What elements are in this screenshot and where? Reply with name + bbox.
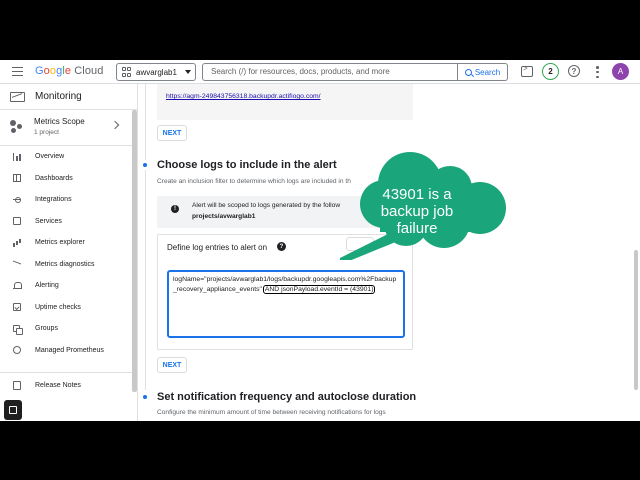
project-picker[interactable]: awvarglab1 [116,63,196,81]
caret-down-icon [185,70,191,74]
scope-info-text: Alert will be scoped to logs generated b… [192,202,341,209]
sidebar-item-managed-prometheus[interactable]: Managed Prometheus [0,340,132,362]
sidebar-item-integrations[interactable]: Integrations [0,189,132,211]
scope-project-path: projects/avwarglab1 [192,213,256,220]
step-indicator [143,163,147,167]
notification-section-description: Configure the minimum amount of time bet… [157,409,386,416]
next-button-2[interactable]: NEXT [157,357,187,373]
dashboards-icon [13,174,21,183]
sidebar-item-overview[interactable]: Overview [0,146,132,168]
project-name: awvarglab1 [136,67,177,77]
main-content: https://agm-249843756318.backupdr.actifi… [138,84,640,421]
sidebar-item-groups[interactable]: Groups [0,318,132,340]
sidebar-item-metrics-explorer[interactable]: Metrics explorer [0,232,132,254]
sidebar-title: Monitoring [35,91,82,102]
chevron-right-icon [110,120,120,130]
metrics-scope[interactable]: Metrics Scope 1 project [0,110,132,146]
annotation-text: 43901 is a backup job failure [380,186,454,237]
step-indicator [143,395,147,399]
notification-section-title: Set notification frequency and autoclose… [157,391,417,403]
collapse-sidebar-icon[interactable] [4,400,22,420]
project-icon [122,67,132,77]
step-connector [145,170,146,390]
sidebar-nav: Overview Dashboards Integrations Service… [0,146,132,361]
query-highlight: AND jsonPayload.eventId = (43901) [262,285,376,294]
log-query-editor[interactable]: logName="projects/avwarglab1/logs/backup… [167,270,405,338]
logs-section-description: Create an inclusion filter to determine … [157,178,351,185]
bell-icon [13,281,22,290]
metrics-explorer-icon [13,239,21,247]
url-card: https://agm-249843756318.backupdr.actifi… [157,84,413,120]
sidebar-item-dashboards[interactable]: Dashboards [0,168,132,190]
sidebar-item-release-notes[interactable]: Release Notes [0,372,132,398]
groups-icon [13,324,23,335]
uptime-icon [13,303,21,312]
step-connector [145,84,146,160]
info-icon: ! [171,205,179,213]
google-cloud-logo[interactable]: Google Cloud [35,65,103,77]
metrics-scope-title: Metrics Scope [34,117,85,126]
sidebar: Monitoring Metrics Scope 1 project Overv… [0,84,138,421]
log-filter-card: Define log entries to alert on ? logName… [157,234,413,350]
integrations-icon [13,196,21,204]
overview-icon [13,152,21,161]
documentation-link[interactable]: https://agm-249843756318.backupdr.actifi… [166,93,321,100]
metrics-scope-icon [10,120,24,134]
next-button-1[interactable]: NEXT [157,125,187,141]
sidebar-item-metrics-diagnostics[interactable]: Metrics diagnostics [0,254,132,276]
search-icon [464,68,472,76]
main-scrollbar[interactable] [634,250,638,390]
cloud-shell-icon[interactable] [521,64,533,77]
services-icon [13,217,21,226]
top-bar: Google Cloud awvarglab1 Search (/) for r… [0,60,640,84]
help-icon[interactable]: ? [277,242,286,251]
logs-section-title: Choose logs to include in the alert [157,159,337,171]
monitoring-icon [10,92,25,102]
release-notes-icon [13,381,21,390]
sidebar-header: Monitoring [0,84,138,110]
notifications-badge[interactable]: 2 [542,63,559,80]
search-button[interactable]: Search [458,63,508,81]
metrics-scope-subtitle: 1 project [34,129,59,136]
prometheus-icon [13,346,21,355]
sidebar-item-uptime-checks[interactable]: Uptime checks [0,297,132,319]
help-icon[interactable]: ? [568,65,580,77]
sidebar-scrollbar[interactable] [132,110,137,392]
filter-label: Define log entries to alert on [167,243,268,252]
avatar[interactable]: A [612,63,629,80]
screen: Google Cloud awvarglab1 Search (/) for r… [0,60,640,421]
preview-logs-button[interactable] [346,237,374,251]
search-input[interactable]: Search (/) for resources, docs, products… [202,63,458,81]
metrics-diagnostics-icon [13,260,21,268]
sidebar-item-services[interactable]: Services [0,211,132,233]
menu-icon[interactable] [12,67,23,76]
more-options-icon[interactable] [596,66,599,78]
sidebar-item-alerting[interactable]: Alerting [0,275,132,297]
